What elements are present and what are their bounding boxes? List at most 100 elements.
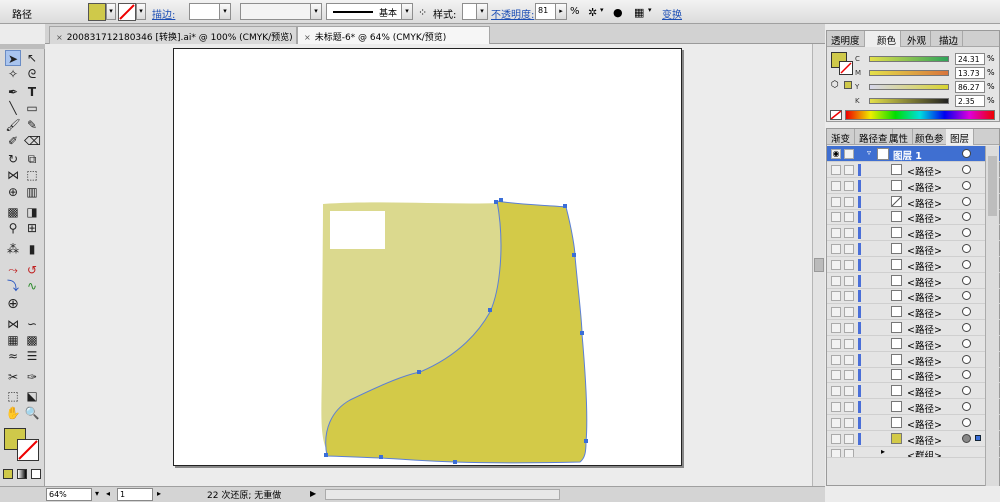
path-row[interactable]: <路径> xyxy=(827,352,1000,368)
tab-gradient[interactable]: 渐变 xyxy=(827,129,856,145)
lock-toggle[interactable] xyxy=(844,338,854,349)
visibility-toggle[interactable] xyxy=(831,244,841,254)
zoom-dropdown-icon[interactable]: ▾ xyxy=(95,489,99,498)
path-row[interactable]: <路径> xyxy=(827,225,1000,242)
path-row[interactable]: <路径> xyxy=(827,367,1000,384)
path-target-icon[interactable] xyxy=(962,338,971,348)
expand-arrow-icon[interactable]: ▿ xyxy=(867,148,871,157)
lock-toggle[interactable] xyxy=(844,291,854,302)
anchor-point[interactable] xyxy=(580,331,584,335)
path-target-icon[interactable] xyxy=(962,228,971,238)
path-row[interactable]: <路径> xyxy=(827,194,1000,210)
visibility-toggle[interactable] xyxy=(831,180,841,191)
path-name[interactable]: <路径> xyxy=(907,196,942,210)
magenta-value[interactable]: 13.73 xyxy=(955,67,985,79)
visibility-toggle[interactable] xyxy=(831,259,841,270)
path-row[interactable]: <路径> xyxy=(827,273,1000,289)
path-target-icon[interactable] xyxy=(962,244,971,253)
path-target-icon[interactable] xyxy=(962,291,971,301)
lock-toggle[interactable] xyxy=(844,386,854,397)
layers-scrollbar[interactable] xyxy=(985,146,999,486)
path-name[interactable]: <路径> xyxy=(907,164,942,178)
visibility-toggle[interactable] xyxy=(831,228,841,239)
path-name[interactable]: <路径> xyxy=(907,354,942,368)
tab-attributes[interactable]: 属性 xyxy=(885,129,914,145)
group-name[interactable]: <群组> xyxy=(907,448,942,457)
visibility-toggle[interactable] xyxy=(831,165,841,175)
path-name[interactable]: <路径> xyxy=(907,275,942,289)
path-target-icon[interactable] xyxy=(962,323,971,332)
zoom-field[interactable]: 64% xyxy=(46,488,92,501)
anchor-point[interactable] xyxy=(563,204,567,208)
anchor-point[interactable] xyxy=(324,453,328,457)
anchor-point[interactable] xyxy=(499,198,503,202)
visibility-toggle[interactable] xyxy=(831,417,841,428)
layer-row[interactable]: ◉ ▿ 图层 1 xyxy=(827,146,1000,162)
path-row[interactable]: <路径> xyxy=(827,415,1000,431)
lock-toggle[interactable] xyxy=(844,149,854,159)
scroll-thumb[interactable] xyxy=(814,258,824,272)
path-target-icon[interactable] xyxy=(962,180,971,190)
visibility-toggle[interactable] xyxy=(831,354,841,365)
anchor-point[interactable] xyxy=(584,439,588,443)
tab-layers[interactable]: 图层 xyxy=(946,129,975,145)
horizontal-scrollbar[interactable] xyxy=(325,489,560,500)
path-row[interactable]: <路径> xyxy=(827,399,1000,415)
artboard-number-field[interactable]: 1 xyxy=(117,488,153,501)
path-name[interactable]: <路径> xyxy=(907,338,942,352)
none-color-icon[interactable] xyxy=(830,110,842,120)
visibility-toggle[interactable] xyxy=(831,449,841,458)
path-target-icon[interactable] xyxy=(962,275,971,285)
lock-toggle[interactable] xyxy=(844,228,854,239)
path-row[interactable]: <路径> xyxy=(827,383,1000,400)
path-name[interactable]: <路径> xyxy=(907,433,942,447)
vertical-scrollbar[interactable] xyxy=(812,44,825,486)
path-name[interactable]: <路径> xyxy=(907,259,942,273)
path-target-icon[interactable] xyxy=(962,433,971,443)
path-name[interactable]: <路径> xyxy=(907,180,942,194)
visibility-toggle[interactable] xyxy=(831,433,841,444)
visibility-toggle[interactable] xyxy=(831,307,841,318)
path-name[interactable]: <路径> xyxy=(907,369,942,383)
color-spectrum-bar[interactable] xyxy=(845,110,995,120)
anchor-point[interactable] xyxy=(572,253,576,257)
lock-toggle[interactable] xyxy=(844,196,854,207)
lock-toggle[interactable] xyxy=(844,402,854,412)
tab-transparency[interactable]: 透明度 xyxy=(827,31,865,47)
group-row[interactable]: ▸ <群组> xyxy=(827,446,1000,459)
yellow-value[interactable]: 86.27 xyxy=(955,81,985,93)
path-row[interactable]: <路径> xyxy=(827,257,1000,273)
path-target-icon[interactable] xyxy=(962,307,971,317)
visibility-toggle[interactable] xyxy=(831,338,841,349)
magenta-slider[interactable] xyxy=(869,70,949,76)
path-row[interactable]: <路径> xyxy=(827,288,1000,305)
visibility-toggle[interactable] xyxy=(831,370,841,381)
lock-toggle[interactable] xyxy=(844,244,854,254)
path-target-icon[interactable] xyxy=(962,212,971,222)
anchor-point[interactable] xyxy=(417,370,421,374)
cyan-value[interactable]: 24.31 xyxy=(955,53,985,65)
layer-target-icon[interactable] xyxy=(962,149,971,158)
visibility-toggle[interactable] xyxy=(831,196,841,207)
path-name[interactable]: <路径> xyxy=(907,211,942,225)
visibility-toggle[interactable] xyxy=(831,323,841,333)
path-row[interactable]: <路径> xyxy=(827,431,1000,447)
anchor-point[interactable] xyxy=(453,460,457,464)
path-row[interactable]: <路径> xyxy=(827,241,1000,257)
lock-toggle[interactable] xyxy=(844,275,854,286)
black-value[interactable]: 2.35 xyxy=(955,95,985,107)
layers-scroll-thumb[interactable] xyxy=(988,156,997,216)
lock-toggle[interactable] xyxy=(844,165,854,175)
expand-arrow-icon[interactable]: ▸ xyxy=(881,447,885,456)
lock-toggle[interactable] xyxy=(844,433,854,444)
visibility-toggle[interactable] xyxy=(831,275,841,286)
path-row[interactable]: <路径> xyxy=(827,304,1000,321)
path-target-icon[interactable] xyxy=(962,386,971,396)
lock-toggle[interactable] xyxy=(844,307,854,318)
lock-toggle[interactable] xyxy=(844,370,854,381)
tab-appearance[interactable]: 外观 xyxy=(903,31,932,47)
tab-color[interactable]: 颜色 xyxy=(865,31,902,47)
lock-toggle[interactable] xyxy=(844,417,854,428)
path-row[interactable]: <路径> xyxy=(827,209,1000,226)
path-target-icon[interactable] xyxy=(962,402,971,411)
